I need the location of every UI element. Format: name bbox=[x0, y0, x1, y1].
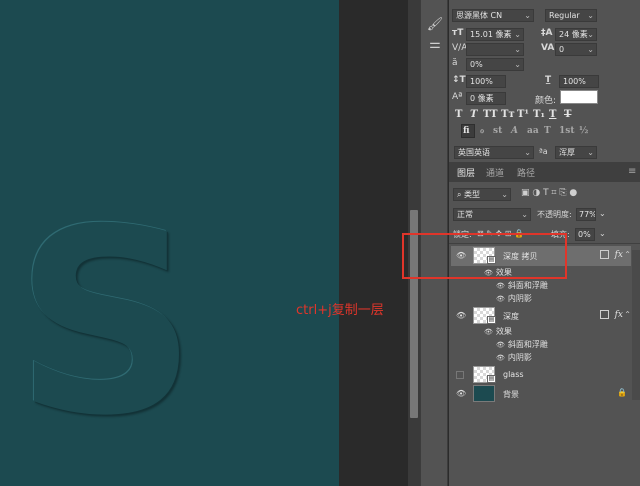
font-family-select[interactable]: 思源黑体 CN ⌄ bbox=[452, 9, 534, 22]
effect-item[interactable]: 👁 内阴影 bbox=[496, 293, 532, 304]
color-swatch[interactable] bbox=[560, 90, 598, 104]
eye-icon[interactable]: 👁 bbox=[484, 328, 493, 336]
effect-item[interactable]: 👁 斜面和浮雕 bbox=[496, 280, 548, 291]
discretionary-ligature-button[interactable]: st bbox=[493, 126, 502, 136]
tab-channels[interactable]: 通道 bbox=[486, 166, 504, 179]
vscale-icon: ӑ bbox=[452, 58, 458, 68]
eye-icon[interactable]: 👁 bbox=[496, 295, 505, 303]
fx-icon[interactable]: fx bbox=[615, 310, 623, 320]
layer-thumbnail bbox=[473, 385, 495, 402]
smart-object-badge: ▤ bbox=[487, 375, 496, 383]
fill-dropdown-icon[interactable]: ⌄ bbox=[599, 229, 606, 238]
smart-object-badge: ▤ bbox=[487, 316, 496, 324]
eye-icon[interactable]: 👁 bbox=[496, 354, 505, 362]
layers-panel-tabs: 图层 通道 路径 ≡ bbox=[449, 162, 640, 182]
visibility-eye-icon[interactable]: 👁 bbox=[456, 389, 466, 398]
color-label: 颜色: bbox=[535, 96, 557, 106]
pasteboard bbox=[339, 0, 408, 486]
visibility-eye-icon[interactable]: 👁 bbox=[456, 311, 466, 320]
layer-row[interactable]: 👁 背景 🔒 bbox=[451, 384, 631, 404]
tab-layers[interactable]: 图层 bbox=[457, 166, 475, 179]
horizontal-scale-icon: T̲ bbox=[545, 75, 552, 85]
embossed-letter: S bbox=[14, 175, 198, 472]
kerning-field[interactable]: ⌄ bbox=[466, 43, 524, 56]
swash-button[interactable]: A bbox=[511, 126, 518, 136]
tracking-icon: VA bbox=[541, 43, 555, 53]
fractions-button[interactable]: ½ bbox=[579, 126, 588, 136]
effects-row[interactable]: 👁 效果 bbox=[484, 326, 512, 337]
font-size-icon: ᴛT bbox=[452, 28, 464, 38]
scale-vertical-field[interactable]: 100% bbox=[466, 75, 506, 88]
chevron-up-icon[interactable]: ⌃ bbox=[624, 310, 631, 319]
visibility-toggle-empty[interactable] bbox=[456, 371, 464, 379]
leading-icon: ‡A bbox=[541, 28, 553, 38]
all-caps-button[interactable]: TT bbox=[483, 109, 498, 120]
layers-scrollbar[interactable] bbox=[632, 250, 640, 400]
panel-menu-icon[interactable]: ≡ bbox=[628, 166, 636, 177]
adjust-icon[interactable]: ⚌ bbox=[425, 36, 445, 54]
link-icon bbox=[600, 310, 609, 319]
stylistic-alternates-button[interactable]: aa bbox=[527, 126, 539, 136]
lock-icon: 🔒 bbox=[617, 388, 627, 397]
layer-filter-select[interactable]: ⌕ 类型 ⌄ bbox=[453, 188, 511, 201]
effect-item[interactable]: 👁 内阴影 bbox=[496, 352, 532, 363]
annotation-text: ctrl+j复制一层 bbox=[296, 303, 384, 318]
faux-italic-button[interactable]: T bbox=[470, 109, 477, 120]
ligature-button[interactable]: fi bbox=[463, 126, 470, 136]
faux-bold-button[interactable]: T bbox=[455, 109, 462, 120]
layer-name[interactable]: 背景 bbox=[503, 389, 519, 400]
vertical-scale-icon: ↕T bbox=[452, 75, 466, 85]
ordinals-button[interactable]: 1st bbox=[559, 126, 575, 136]
filter-icons: ▣ ◑ T ⌗ ⎘ ● bbox=[521, 188, 578, 198]
document-canvas[interactable]: S bbox=[0, 0, 339, 486]
antialias-icon: ªa bbox=[539, 147, 548, 156]
layer-name[interactable]: 深度 bbox=[503, 311, 519, 322]
effect-item[interactable]: 👁 斜面和浮雕 bbox=[496, 339, 548, 350]
layer-name[interactable]: glass bbox=[503, 370, 524, 379]
blend-mode-select[interactable]: 正常 ⌄ bbox=[453, 208, 531, 221]
eye-icon[interactable]: 👁 bbox=[496, 341, 505, 349]
font-size-field[interactable]: 15.01 像素 ⌄ bbox=[466, 28, 524, 41]
brush-icon[interactable]: 🖌 bbox=[425, 16, 445, 34]
chevron-up-icon[interactable]: ⌃ bbox=[624, 250, 631, 259]
leading-field[interactable]: 24 像素 ⌄ bbox=[555, 28, 597, 41]
vertical-scale-field[interactable]: 0% ⌄ bbox=[466, 58, 524, 71]
language-select[interactable]: 英国英语 ⌄ bbox=[454, 146, 534, 159]
fx-icon[interactable]: fx bbox=[615, 250, 623, 260]
underline-button[interactable]: T bbox=[549, 109, 556, 120]
scale-horizontal-field[interactable]: 100% bbox=[559, 75, 599, 88]
baseline-icon: Aª bbox=[452, 92, 463, 102]
search-icon: ⌕ bbox=[457, 190, 465, 199]
old-style-button[interactable]: ℴ bbox=[480, 126, 484, 136]
layer-row[interactable]: ▤ glass bbox=[451, 365, 631, 385]
eye-icon[interactable]: 👁 bbox=[496, 282, 505, 290]
highlight-box bbox=[402, 233, 567, 279]
link-icon bbox=[600, 250, 609, 259]
fill-field[interactable]: 0% bbox=[575, 228, 595, 241]
strikethrough-button[interactable]: T bbox=[564, 109, 571, 120]
opacity-label: 不透明度: bbox=[537, 210, 572, 219]
baseline-shift-field[interactable]: 0 像素 bbox=[466, 92, 506, 105]
layer-row[interactable]: 👁 ▤ 深度 fx ⌃ bbox=[451, 306, 631, 326]
opacity-field[interactable]: 77% bbox=[576, 208, 596, 221]
opacity-dropdown-icon[interactable]: ⌄ bbox=[599, 209, 606, 218]
titling-alternates-button[interactable]: T bbox=[544, 126, 551, 136]
subscript-button[interactable]: T₁ bbox=[533, 109, 545, 120]
font-style-select[interactable]: Regular ⌄ bbox=[545, 9, 597, 22]
small-caps-button[interactable]: Tт bbox=[501, 109, 515, 120]
superscript-button[interactable]: T¹ bbox=[517, 109, 529, 120]
tab-paths[interactable]: 路径 bbox=[517, 166, 535, 179]
tracking-field[interactable]: 0 ⌄ bbox=[555, 43, 597, 56]
antialias-select[interactable]: 浑厚 ⌄ bbox=[555, 146, 597, 159]
